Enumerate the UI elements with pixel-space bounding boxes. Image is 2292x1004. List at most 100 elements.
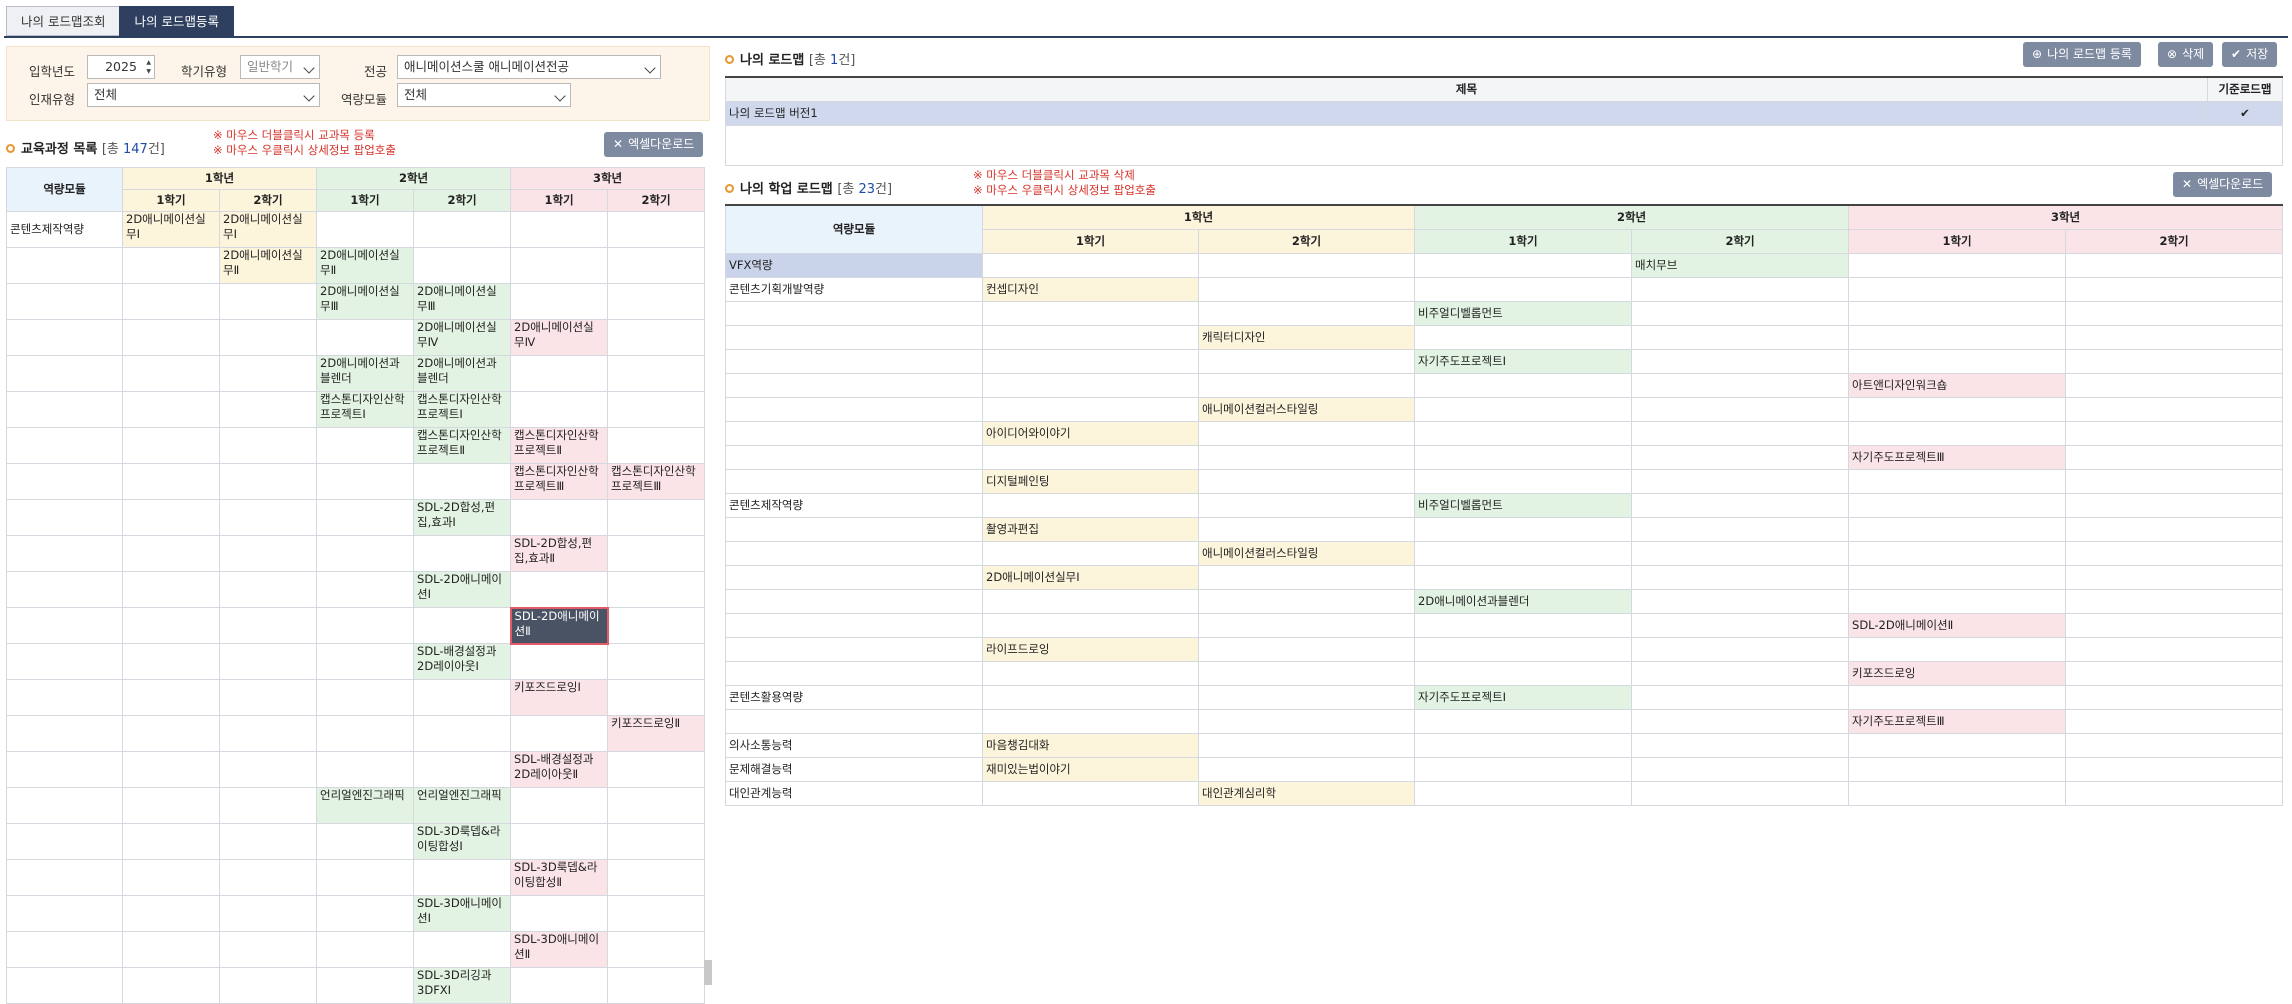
roadmap-course-cell[interactable]: 재미있는법이야기 <box>982 756 1199 782</box>
roadmap-course-cell[interactable]: 애니메이션컬러스타일링 <box>1197 396 1416 422</box>
roadmap-course-cell[interactable]: 비주얼디벨롭먼트 <box>1414 300 1633 326</box>
year-stepper[interactable]: 2025 ▲ ▼ <box>87 55 155 79</box>
course-excel-download-button[interactable]: ✕ 엑셀다운로드 <box>604 132 704 157</box>
roadmap-course-cell[interactable]: 매치무브 <box>1631 252 1850 278</box>
roadmap-course-cell[interactable]: 자기주도프로젝트Ⅲ <box>1848 444 2067 470</box>
default-roadmap-checkbox[interactable]: ✔ <box>2207 100 2283 126</box>
table-row: 자기주도프로젝트Ⅰ <box>725 348 2284 374</box>
roadmap-course-cell[interactable]: 마음챙김대화 <box>982 732 1199 758</box>
course-cell[interactable]: SDL-배경설정과2D레이아웃Ⅰ <box>413 643 512 680</box>
roadmap-course-cell[interactable]: 비주얼디벨롭먼트 <box>1414 492 1633 518</box>
course-cell[interactable]: SDL-배경설정과2D레이아웃Ⅱ <box>510 751 609 788</box>
course-cell[interactable]: 키포즈드로잉Ⅱ <box>607 715 706 752</box>
roadmap-row-title[interactable]: 나의 로드맵 버전1 <box>725 100 2208 126</box>
module-cell <box>725 468 983 494</box>
academic-roadmap-title: 나의 학업 로드맵 [총 23건] <box>725 178 892 197</box>
academic-excel-download-button[interactable]: ✕ 엑셀다운로드 <box>2173 172 2273 197</box>
tab-roadmap-register[interactable]: 나의 로드맵등록 <box>119 6 234 36</box>
course-cell[interactable]: SDL-2D애니메이션Ⅰ <box>413 571 512 608</box>
table-row: 비주얼디벨롭먼트 <box>725 300 2284 326</box>
roadmap-course-cell[interactable]: 라이프드로잉 <box>982 636 1199 662</box>
talent-select[interactable]: 전체 <box>87 83 320 107</box>
roadmap-course-cell[interactable]: 캐릭터디자인 <box>1197 324 1416 350</box>
course-semester: 1학기 <box>316 189 415 212</box>
course-cell[interactable]: 2D애니메이션과블렌더 <box>413 355 512 392</box>
module-cell <box>6 643 123 680</box>
roadmap-course-cell[interactable]: 아트앤디자인워크숍 <box>1848 372 2067 398</box>
roadmap-course-cell[interactable]: 대인관계심리학 <box>1197 780 1416 806</box>
roadmap-course-cell[interactable]: 컨셉디자인 <box>982 276 1199 302</box>
course-cell[interactable]: 2D애니메이션실무Ⅱ <box>218 247 318 284</box>
roadmap-course-cell[interactable]: 2D애니메이션과블렌더 <box>1414 588 1633 614</box>
roadmap-row[interactable]: 나의 로드맵 버전1 ✔ <box>725 100 2283 126</box>
course-cell <box>218 823 318 860</box>
roadmap-course-cell <box>2065 252 2284 278</box>
roadmap-course-cell <box>1414 708 1633 734</box>
roadmap-course-cell <box>1631 708 1850 734</box>
course-cell[interactable]: 키포즈드로잉Ⅰ <box>510 679 609 716</box>
competency-select[interactable]: 전체 <box>397 83 571 107</box>
course-cell[interactable]: 2D애니메이션실무Ⅲ <box>316 283 415 320</box>
course-cell <box>316 931 415 968</box>
course-cell[interactable]: SDL-3D룩뎁&라이팅합성Ⅱ <box>510 859 609 896</box>
semester-type-select[interactable]: 일반학기 <box>240 55 320 79</box>
roadmap-course-cell <box>1197 420 1416 446</box>
course-cell[interactable]: SDL-2D합성,편집,효과Ⅱ <box>510 535 609 572</box>
course-cell[interactable]: 캡스톤디자인산학프로젝트Ⅰ <box>316 391 415 428</box>
course-cell[interactable]: 2D애니메이션실무Ⅰ <box>218 211 318 248</box>
course-cell[interactable]: 2D애니메이션실무Ⅲ <box>413 283 512 320</box>
course-cell[interactable]: 2D애니메이션과블렌더 <box>316 355 415 392</box>
course-cell[interactable]: SDL-3D리깅과3DFXⅠ <box>413 967 512 1004</box>
course-cell[interactable]: 2D애니메이션실무Ⅳ <box>510 319 609 356</box>
course-cell[interactable]: 2D애니메이션실무Ⅳ <box>413 319 512 356</box>
roadmap-course-cell[interactable]: 2D애니메이션실무Ⅰ <box>982 564 1199 590</box>
course-cell[interactable]: 캡스톤디자인산학프로젝트Ⅱ <box>413 427 512 464</box>
register-roadmap-button[interactable]: ⊕ 나의 로드맵 등록 <box>2023 42 2141 67</box>
roadmap-course-cell[interactable]: 자기주도프로젝트Ⅰ <box>1414 684 1633 710</box>
roadmap-course-cell <box>982 708 1199 734</box>
course-cell[interactable]: SDL-3D애니메이션Ⅰ <box>413 895 512 932</box>
roadmap-course-cell[interactable]: SDL-2D애니메이션Ⅱ <box>1848 612 2067 638</box>
course-cell[interactable]: 2D애니메이션실무Ⅰ <box>122 211 220 248</box>
course-cell[interactable]: 캡스톤디자인산학프로젝트Ⅱ <box>510 427 609 464</box>
course-cell <box>218 859 318 896</box>
module-cell <box>6 355 123 392</box>
competency-value: 전체 <box>404 87 428 102</box>
roadmap-course-cell[interactable]: 디지털페인팅 <box>982 468 1199 494</box>
roadmap-course-cell[interactable]: 아이디어와이야기 <box>982 420 1199 446</box>
roadmap-course-cell <box>1631 660 1850 686</box>
course-cell[interactable]: 언리얼엔진그래픽 <box>316 787 415 824</box>
course-cell[interactable]: 언리얼엔진그래픽 <box>413 787 512 824</box>
course-cell[interactable]: SDL-2D애니메이션Ⅱ <box>509 606 609 645</box>
roadmap-course-cell[interactable]: 자기주도프로젝트Ⅰ <box>1414 348 1633 374</box>
roadmap-course-cell[interactable]: 자기주도프로젝트Ⅲ <box>1848 708 2067 734</box>
course-cell[interactable]: 캡스톤디자인산학프로젝트Ⅲ <box>510 463 609 500</box>
course-cell <box>607 823 706 860</box>
course-cell[interactable]: 캡스톤디자인산학프로젝트Ⅲ <box>607 463 706 500</box>
roadmap-course-cell[interactable]: 키포즈드로잉 <box>1848 660 2067 686</box>
save-button[interactable]: ✔ 저장 <box>2222 42 2278 67</box>
roadmap-course-cell <box>1197 468 1416 494</box>
roadmap-course-cell[interactable]: 촬영과편집 <box>982 516 1199 542</box>
course-cell[interactable]: 2D애니메이션실무Ⅱ <box>316 247 415 284</box>
roadmap-course-cell[interactable]: 애니메이션컬러스타일링 <box>1197 540 1416 566</box>
course-cell[interactable]: SDL-3D룩뎁&라이팅합성Ⅰ <box>413 823 512 860</box>
course-cell <box>218 787 318 824</box>
module-cell <box>6 823 123 860</box>
course-semester: 2학기 <box>413 189 512 212</box>
course-list-scrollbar[interactable] <box>704 960 712 985</box>
major-select[interactable]: 애니메이션스쿨 애니메이션전공 <box>397 55 661 79</box>
course-list-title: 교육과정 목록 [총 147건] <box>6 138 165 157</box>
delete-button[interactable]: ⊗ 삭제 <box>2158 42 2214 67</box>
my-roadmap-title: 나의 로드맵 [총 1건] <box>725 49 855 68</box>
course-cell[interactable]: 캡스톤디자인산학프로젝트Ⅰ <box>413 391 512 428</box>
roadmap-course-cell <box>1197 708 1416 734</box>
roadmap-course-cell <box>982 540 1199 566</box>
course-cell <box>122 895 220 932</box>
course-cell[interactable]: SDL-3D애니메이션Ⅱ <box>510 931 609 968</box>
stepper-arrows-icon[interactable]: ▲ ▼ <box>146 58 151 76</box>
tab-roadmap-view[interactable]: 나의 로드맵조회 <box>6 6 121 36</box>
course-cell <box>122 931 220 968</box>
course-cell[interactable]: SDL-2D합성,편집,효과Ⅰ <box>413 499 512 536</box>
roadmap-course-cell <box>1631 516 1850 542</box>
